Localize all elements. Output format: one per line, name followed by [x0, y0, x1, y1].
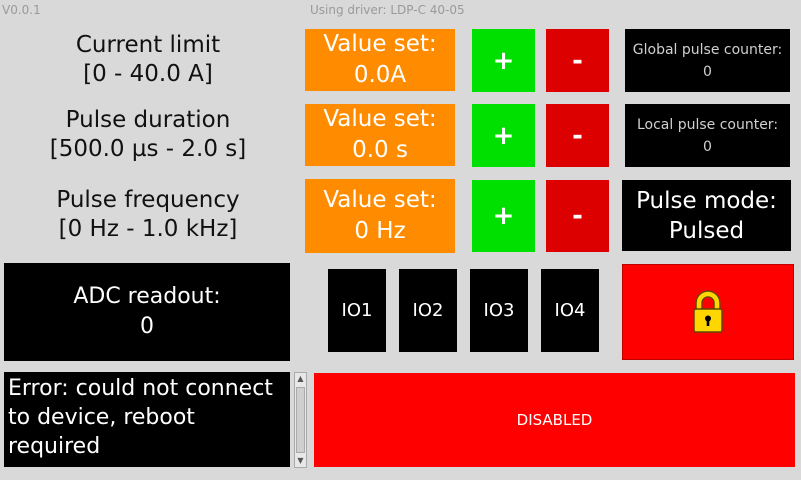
adc-readout-value: 0 — [140, 314, 154, 339]
pulse-mode-value: Pulsed — [668, 217, 745, 244]
io1-button[interactable]: IO1 — [328, 269, 386, 352]
lock-icon — [693, 290, 723, 333]
global-pulse-counter: Global pulse counter: 0 — [625, 29, 790, 92]
pulse-frequency-plus-button[interactable]: + — [472, 180, 535, 252]
pulse-mode-button[interactable]: Pulse mode: Pulsed — [622, 180, 791, 251]
global-pulse-counter-label: Global pulse counter: — [632, 41, 783, 58]
pulse-duration-label-block: Pulse duration [500.0 µs - 2.0 s] — [0, 105, 296, 165]
current-limit-minus-button[interactable]: - — [546, 29, 609, 92]
pulse-frequency-value-title: Value set: — [323, 187, 437, 213]
pulse-mode-label: Pulse mode: — [636, 187, 777, 214]
pulse-duration-minus-button[interactable]: - — [546, 104, 609, 167]
version-label: V0.0.1 — [2, 3, 41, 17]
pulse-duration-plus-button[interactable]: + — [472, 104, 535, 167]
pulse-duration-value-button[interactable]: Value set: 0.0 s — [305, 104, 455, 166]
pulse-frequency-value-button[interactable]: Value set: 0 Hz — [305, 179, 455, 253]
current-limit-label-block: Current limit [0 - 40.0 A] — [0, 30, 296, 90]
io3-button[interactable]: IO3 — [470, 269, 528, 352]
pulse-frequency-label: Pulse frequency — [56, 187, 240, 213]
enable-toggle-button[interactable]: DISABLED — [314, 373, 795, 467]
pulse-frequency-range: [0 Hz - 1.0 kHz] — [58, 216, 238, 242]
pulse-duration-label: Pulse duration — [65, 107, 231, 133]
current-limit-value-button[interactable]: Value set: 0.0A — [305, 29, 455, 91]
local-pulse-counter-label: Local pulse counter: — [636, 116, 779, 133]
pulse-frequency-minus-button[interactable]: - — [546, 180, 609, 252]
pulse-frequency-value: 0 Hz — [354, 218, 406, 244]
current-limit-plus-button[interactable]: + — [472, 29, 535, 92]
global-pulse-counter-value: 0 — [703, 63, 712, 80]
io4-button[interactable]: IO4 — [541, 269, 599, 352]
error-message: Error: could not connect to device, rebo… — [4, 372, 290, 467]
current-limit-value-title: Value set: — [323, 31, 437, 57]
scroll-down-arrow-icon[interactable]: ▼ — [295, 455, 306, 467]
current-limit-value: 0.0A — [353, 62, 407, 88]
scroll-thumb[interactable] — [296, 387, 305, 453]
error-scrollbar[interactable]: ▲ ▼ — [294, 372, 307, 468]
pulse-duration-range: [500.0 µs - 2.0 s] — [49, 136, 247, 162]
driver-label: Using driver: LDP-C 40-05 — [310, 3, 465, 17]
lock-button[interactable] — [622, 264, 794, 360]
adc-readout-label: ADC readout: — [73, 284, 221, 309]
local-pulse-counter: Local pulse counter: 0 — [625, 104, 790, 167]
pulse-duration-value-title: Value set: — [323, 106, 437, 132]
pulse-duration-value: 0.0 s — [352, 137, 408, 163]
io2-button[interactable]: IO2 — [399, 269, 457, 352]
pulse-frequency-label-block: Pulse frequency [0 Hz - 1.0 kHz] — [0, 185, 296, 245]
adc-readout: ADC readout: 0 — [4, 263, 290, 361]
current-limit-label: Current limit — [75, 32, 221, 58]
current-limit-range: [0 - 40.0 A] — [83, 61, 213, 87]
scroll-up-arrow-icon[interactable]: ▲ — [295, 373, 306, 385]
local-pulse-counter-value: 0 — [703, 138, 712, 155]
